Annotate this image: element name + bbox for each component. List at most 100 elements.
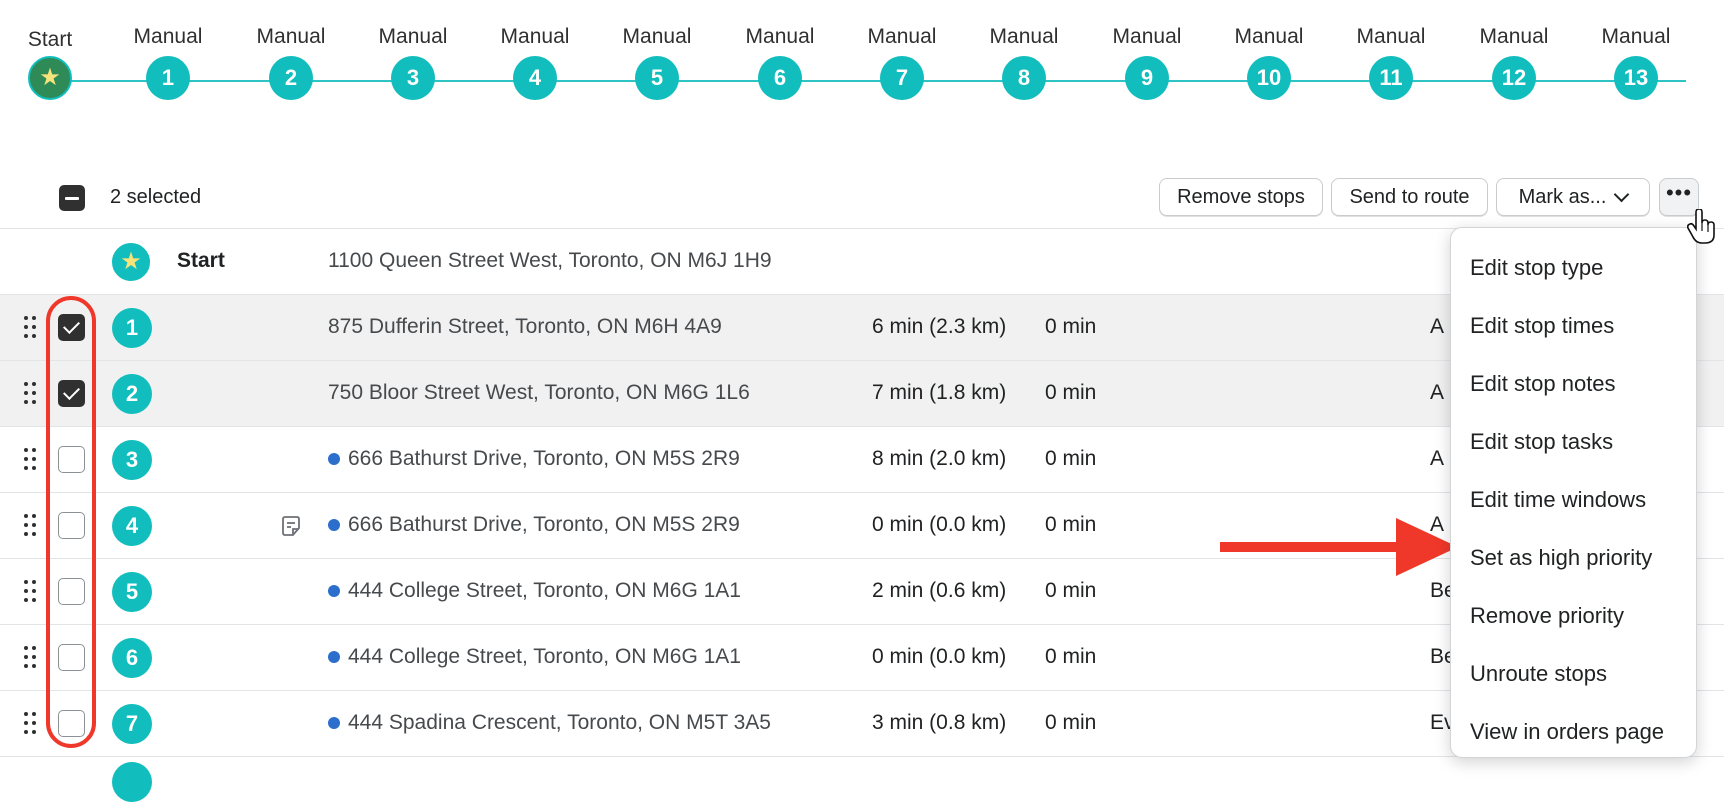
drag-handle-icon[interactable]	[24, 514, 38, 536]
menu-item-edit-stop-notes[interactable]: Edit stop notes	[1451, 355, 1696, 413]
timeline-stop-number[interactable]: 1	[146, 56, 190, 100]
timeline-stop-7[interactable]: Manual 7	[842, 22, 962, 100]
timeline-stop-label: Manual	[1601, 25, 1671, 48]
drag-handle-icon[interactable]	[24, 580, 38, 602]
timeline-stop-number[interactable]: 9	[1125, 56, 1169, 100]
more-horizontal-icon: •••	[1665, 180, 1693, 205]
stop-address-text: 444 College Street, Toronto, ON M6G 1A1	[348, 645, 741, 668]
truncated-cell: A	[1430, 381, 1445, 404]
drag-handle-icon[interactable]	[24, 316, 38, 338]
drag-handle-icon[interactable]	[24, 382, 38, 404]
menu-item-edit-stop-type[interactable]: Edit stop type	[1451, 239, 1696, 297]
stop-number-badge: 7	[112, 704, 152, 744]
mark-as-button[interactable]: Mark as...	[1496, 178, 1650, 216]
drag-handle-icon[interactable]	[24, 712, 38, 734]
stop-address-text: 875 Dufferin Street, Toronto, ON M6H 4A9	[328, 315, 722, 338]
wait-time: 0 min	[1045, 315, 1097, 338]
menu-item-edit-stop-times[interactable]: Edit stop times	[1451, 297, 1696, 355]
row-checkbox[interactable]	[58, 710, 85, 737]
timeline-stop-10[interactable]: Manual 10	[1209, 22, 1329, 100]
truncated-cell: A	[1430, 447, 1445, 470]
bulk-actions-toolbar: 2 selected Remove stops Send to route Ma…	[0, 170, 1724, 226]
timeline-stop-number[interactable]: 3	[391, 56, 435, 100]
menu-item-set-high-priority[interactable]: Set as high priority	[1451, 529, 1696, 587]
menu-item-remove-priority[interactable]: Remove priority	[1451, 587, 1696, 645]
timeline-stop-number[interactable]: 10	[1247, 56, 1291, 100]
wait-time: 0 min	[1045, 381, 1097, 404]
timeline-stop-8[interactable]: Manual 8	[964, 22, 1084, 100]
timeline-stop-label: Manual	[500, 25, 570, 48]
timeline-stop-label: Manual	[622, 25, 692, 48]
wait-time: 0 min	[1045, 447, 1097, 470]
timeline-stop-number[interactable]: 5	[635, 56, 679, 100]
timeline-stop-label: Manual	[378, 25, 448, 48]
stop-number-badge: 4	[112, 506, 152, 546]
menu-item-unroute-stops[interactable]: Unroute stops	[1451, 645, 1696, 703]
row-checkbox[interactable]	[58, 446, 85, 473]
drag-handle-icon[interactable]	[24, 646, 38, 668]
timeline-stop-label: Manual	[867, 25, 937, 48]
timeline-stop-number[interactable]: 13	[1614, 56, 1658, 100]
timeline-stop-number[interactable]: 12	[1492, 56, 1536, 100]
row-checkbox[interactable]	[58, 644, 85, 671]
menu-item-edit-stop-tasks[interactable]: Edit stop tasks	[1451, 413, 1696, 471]
timeline-stop-11[interactable]: Manual 11	[1331, 22, 1451, 100]
timeline-stop-12[interactable]: Manual 12	[1454, 22, 1574, 100]
stop-number-badge: 5	[112, 572, 152, 612]
drag-handle-icon[interactable]	[24, 448, 38, 470]
timeline-stop-2[interactable]: Manual 2	[231, 22, 351, 100]
chevron-down-icon	[1614, 186, 1630, 203]
stop-address-text: 666 Bathurst Drive, Toronto, ON M5S 2R9	[348, 447, 740, 470]
stop-address-text: 750 Bloor Street West, Toronto, ON M6G 1…	[328, 381, 750, 404]
stop-address-text: 444 College Street, Toronto, ON M6G 1A1	[348, 579, 741, 602]
menu-item-view-in-orders[interactable]: View in orders page	[1451, 703, 1696, 761]
wait-time: 0 min	[1045, 579, 1097, 602]
timeline-stop-number[interactable]: 2	[269, 56, 313, 100]
stop-name: Start	[177, 249, 225, 272]
note-icon[interactable]	[280, 515, 302, 537]
timeline-stop-3[interactable]: Manual 3	[353, 22, 473, 100]
timeline-stop-label: Start	[27, 28, 73, 51]
stop-number-badge: 1	[112, 308, 152, 348]
menu-item-edit-time-windows[interactable]: Edit time windows	[1451, 471, 1696, 529]
stop-number-badge-partial	[112, 762, 152, 802]
status-dot-icon	[328, 519, 340, 531]
timeline-stop-label: Manual	[256, 25, 326, 48]
drive-time: 8 min (2.0 km)	[872, 447, 1007, 470]
timeline-stop-number[interactable]: 11	[1369, 56, 1413, 100]
timeline-stop-5[interactable]: Manual 5	[597, 22, 717, 100]
timeline-stop-number[interactable]: 6	[758, 56, 802, 100]
stop-address: 444 College Street, Toronto, ON M6G 1A1	[328, 579, 741, 603]
timeline-stop-1[interactable]: Manual 1	[108, 22, 228, 100]
start-marker[interactable]: ★	[28, 56, 72, 100]
more-actions-menu: Edit stop type Edit stop times Edit stop…	[1450, 227, 1697, 758]
timeline-stop-9[interactable]: Manual 9	[1087, 22, 1207, 100]
stop-address: 875 Dufferin Street, Toronto, ON M6H 4A9	[328, 315, 722, 339]
drive-time: 7 min (1.8 km)	[872, 381, 1007, 404]
timeline-stop-13[interactable]: Manual 13	[1576, 22, 1696, 100]
selected-count: 2 selected	[110, 186, 202, 208]
timeline-stop-number[interactable]: 8	[1002, 56, 1046, 100]
timeline-stop-label: Manual	[1479, 25, 1549, 48]
timeline-stop-number[interactable]: 4	[513, 56, 557, 100]
timeline-stop-label: Manual	[133, 25, 203, 48]
stop-address-text: 666 Bathurst Drive, Toronto, ON M5S 2R9	[348, 513, 740, 536]
timeline-stop-4[interactable]: Manual 4	[475, 22, 595, 100]
stop-address: 666 Bathurst Drive, Toronto, ON M5S 2R9	[328, 447, 740, 471]
stop-address: 444 Spadina Crescent, Toronto, ON M5T 3A…	[328, 711, 771, 735]
select-all-checkbox[interactable]	[59, 185, 85, 211]
row-checkbox[interactable]	[58, 578, 85, 605]
timeline-stop-label: Manual	[1356, 25, 1426, 48]
timeline-stop-6[interactable]: Manual 6	[720, 22, 840, 100]
timeline-stop-start[interactable]: Start ★	[0, 22, 110, 100]
timeline-stop-label: Manual	[745, 25, 815, 48]
row-checkbox[interactable]	[58, 512, 85, 539]
status-dot-icon	[328, 717, 340, 729]
row-checkbox[interactable]	[58, 380, 85, 407]
route-timeline: Start ★ Manual 1 Manual 2 Manual 3 Manua…	[0, 0, 1724, 130]
timeline-stop-number[interactable]: 7	[880, 56, 924, 100]
wait-time: 0 min	[1045, 645, 1097, 668]
row-checkbox[interactable]	[58, 314, 85, 341]
send-to-route-button[interactable]: Send to route	[1331, 178, 1488, 216]
remove-stops-button[interactable]: Remove stops	[1159, 178, 1323, 216]
